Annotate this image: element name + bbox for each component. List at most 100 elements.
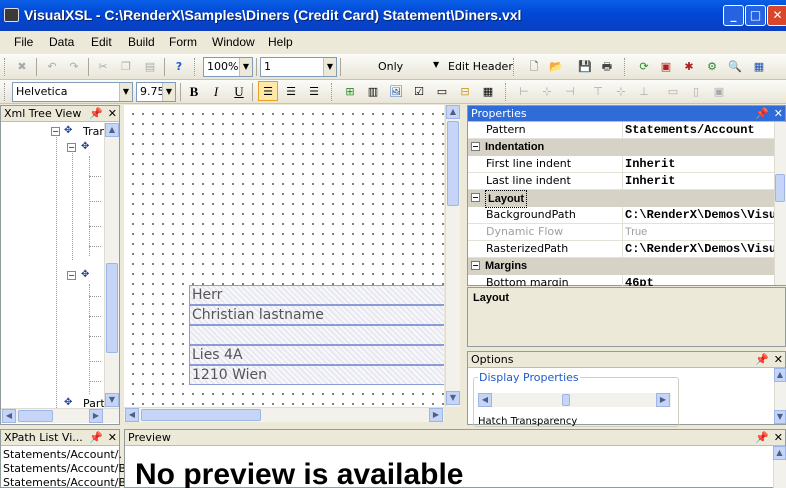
image-icon[interactable]: 🖼 [386, 82, 406, 102]
font-size-select[interactable]: 9.75 ▼ [136, 82, 176, 102]
close-icon[interactable]: ✕ [108, 107, 117, 120]
canvas-vscrollbar[interactable]: ▲ ▼ [445, 105, 460, 407]
scroll-right-arrow[interactable]: ▶ [429, 408, 443, 422]
minimize-button[interactable]: _ [723, 5, 744, 26]
scroll-left-arrow[interactable]: ◀ [125, 408, 139, 422]
design-canvas[interactable]: Herr Christian lastname Lies 4A 1210 Wie… [124, 105, 444, 407]
property-value[interactable]: C:\RenderX\Demos\Visual [625, 207, 774, 224]
xpath-list-item[interactable]: Statements/Account/Bo [3, 462, 133, 475]
same-size-icon[interactable]: ▣ [709, 82, 729, 102]
font-select[interactable]: Helvetica ▼ [12, 82, 133, 102]
align-middles-icon[interactable]: ⊹ [611, 82, 631, 102]
menu-file[interactable]: File [14, 35, 33, 49]
same-width-icon[interactable]: ▭ [663, 82, 683, 102]
pin-icon[interactable]: 📌 [89, 107, 103, 120]
copy-icon[interactable]: ❐ [116, 57, 136, 77]
property-row-rasterized-path[interactable]: RasterizedPath C:\RenderX\Demos\Visual [468, 241, 774, 258]
textbox-icon[interactable]: ▭ [432, 82, 452, 102]
xpath-list-item[interactable]: Statements/Account/Bo [3, 476, 133, 488]
barcode-icon[interactable]: ▥ [363, 82, 383, 102]
options-vscrollbar[interactable]: ▲ ▼ [774, 368, 786, 424]
expand-toggle[interactable]: − [51, 127, 60, 136]
scroll-left-arrow[interactable]: ◀ [478, 393, 492, 407]
pin-icon[interactable]: 📌 [755, 107, 769, 120]
slider-thumb[interactable] [562, 394, 570, 406]
paste-icon[interactable]: ▤ [140, 57, 160, 77]
align-center-icon[interactable]: ☰ [281, 82, 301, 102]
scroll-right-arrow[interactable]: ▶ [656, 393, 670, 407]
bold-button[interactable]: B [184, 82, 204, 102]
close-icon[interactable]: ✕ [108, 431, 117, 444]
scroll-thumb[interactable] [106, 263, 118, 353]
menu-edit[interactable]: Edit [91, 35, 112, 49]
canvas-text-row[interactable] [189, 325, 444, 345]
scroll-up-arrow[interactable]: ▲ [446, 105, 460, 119]
scroll-thumb[interactable] [141, 409, 261, 421]
refresh-icon[interactable]: ⟳ [634, 57, 654, 77]
close-icon[interactable]: ✕ [774, 353, 783, 366]
property-value[interactable]: Inherit [625, 156, 675, 173]
transparency-slider[interactable]: ◀ ▶ [478, 393, 671, 407]
properties-vscrollbar[interactable] [774, 122, 786, 285]
scroll-thumb[interactable] [18, 410, 53, 422]
scroll-down-arrow[interactable]: ▼ [105, 393, 119, 407]
new-file-icon[interactable]: 🗋 [524, 57, 544, 77]
chevron-down-icon[interactable]: ▼ [433, 60, 439, 69]
only-button[interactable]: Only [378, 60, 403, 73]
close-icon[interactable]: ✕ [774, 107, 783, 120]
table-icon[interactable]: ▦ [478, 82, 498, 102]
collapse-toggle[interactable]: − [471, 193, 480, 202]
scroll-left-arrow[interactable]: ◀ [2, 409, 16, 423]
tree-node-label[interactable]: Tran [83, 125, 106, 138]
maximize-button[interactable]: □ [745, 5, 766, 26]
italic-button[interactable]: I [206, 82, 226, 102]
canvas-text-row[interactable]: 1210 Wien [189, 365, 444, 385]
align-rights-icon[interactable]: ⊣ [560, 82, 580, 102]
align-lefts-icon[interactable]: ⊢ [514, 82, 534, 102]
align-left-icon[interactable]: ☰ [258, 81, 278, 101]
scroll-up-arrow[interactable]: ▲ [773, 446, 786, 460]
delete-icon[interactable]: ✖ [12, 57, 32, 77]
property-value[interactable]: 46pt [625, 275, 654, 286]
page-select[interactable]: 1 ▼ [260, 57, 337, 77]
tree-insert-icon[interactable]: ⊟ [455, 82, 475, 102]
undo-icon[interactable]: ↶ [42, 57, 62, 77]
print-preview-icon[interactable]: 🔍 [725, 57, 745, 77]
help-icon[interactable]: ? [169, 57, 189, 77]
canvas-text-row[interactable]: Lies 4A [189, 345, 444, 365]
menu-data[interactable]: Data [49, 35, 74, 49]
pin-icon[interactable]: 📌 [755, 431, 769, 444]
scroll-up-arrow[interactable]: ▲ [105, 123, 119, 137]
property-row-last-line-indent[interactable]: Last line indent Inherit [468, 173, 774, 190]
scroll-thumb[interactable] [447, 121, 459, 206]
xpath-list-item[interactable]: Statements/Account/. [3, 448, 122, 461]
expand-toggle[interactable]: − [67, 271, 76, 280]
scroll-thumb[interactable] [775, 174, 785, 202]
print-icon[interactable]: 🖶 [597, 57, 617, 77]
same-height-icon[interactable]: ▯ [686, 82, 706, 102]
tree-hscrollbar[interactable]: ◀ ▶ [1, 408, 119, 423]
canvas-hscrollbar[interactable]: ◀ ▶ [124, 407, 444, 422]
menu-build[interactable]: Build [128, 35, 155, 49]
edit-header-button[interactable]: Edit Header [448, 60, 513, 73]
property-row-background-path[interactable]: BackgroundPath C:\RenderX\Demos\Visual [468, 207, 774, 224]
scroll-down-arrow[interactable]: ▼ [774, 410, 786, 424]
scroll-right-arrow[interactable]: ▶ [89, 409, 103, 423]
scroll-up-arrow[interactable]: ▲ [774, 368, 786, 382]
align-bottoms-icon[interactable]: ⊥ [634, 82, 654, 102]
property-row-first-line-indent[interactable]: First line indent Inherit [468, 156, 774, 173]
close-icon[interactable]: ✕ [774, 431, 783, 444]
scroll-down-arrow[interactable]: ▼ [446, 391, 460, 405]
preview-vscrollbar[interactable]: ▲ [773, 446, 786, 488]
open-folder-icon[interactable]: 📂 [546, 57, 566, 77]
insert-field-icon[interactable]: ⊞ [340, 82, 360, 102]
tree-vscrollbar[interactable]: ▲ ▼ [104, 123, 119, 408]
zoom-select[interactable]: 100% ▼ [203, 57, 253, 77]
menu-window[interactable]: Window [212, 35, 255, 49]
collapse-toggle[interactable]: − [471, 261, 480, 270]
pin-icon[interactable]: 📌 [755, 353, 769, 366]
render-icon[interactable]: ✱ [679, 57, 699, 77]
category-indentation[interactable]: − Indentation [468, 139, 774, 156]
property-row-pattern[interactable]: Pattern Statements/Account [468, 122, 774, 139]
property-value[interactable]: Statements/Account [625, 122, 755, 139]
